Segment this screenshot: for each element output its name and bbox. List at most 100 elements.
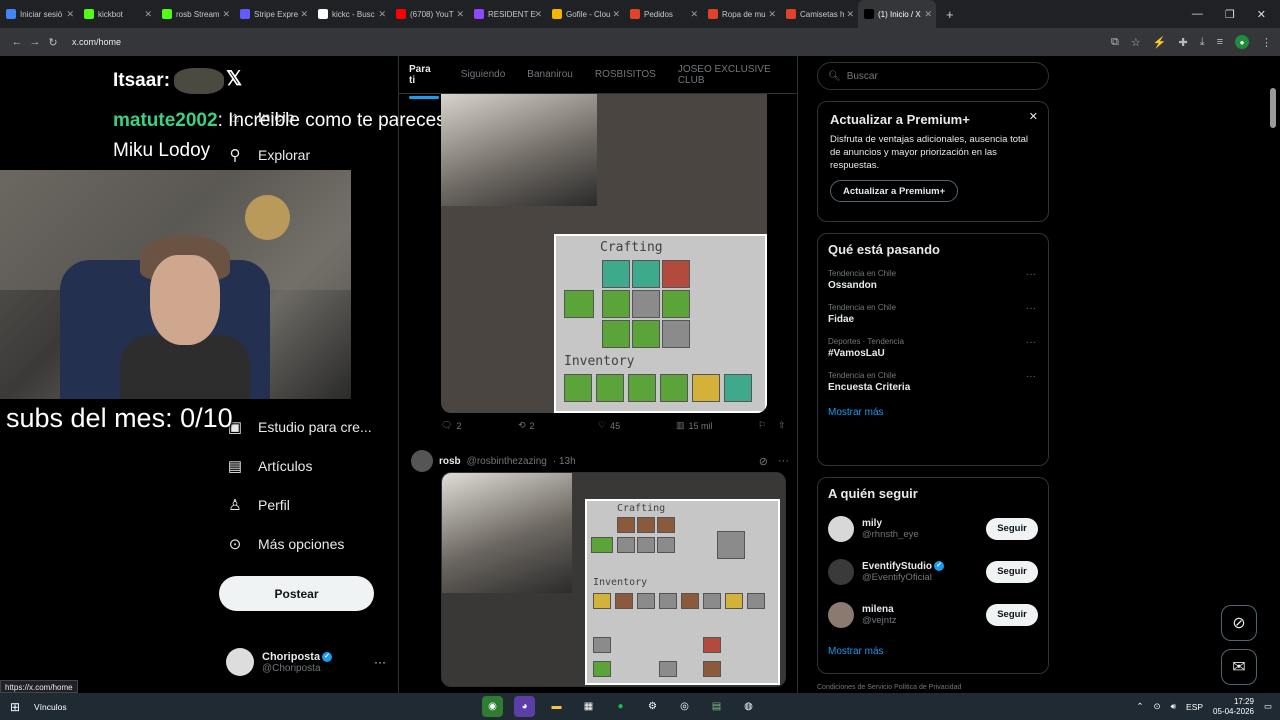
forward-icon[interactable]: → [26, 36, 44, 48]
close-tab-icon[interactable]: ✕ [144, 9, 152, 20]
follow-show-more[interactable]: Mostrar más [828, 646, 1038, 657]
follow-suggestion[interactable]: EventifyStudio ✓ @EventifyOficial Seguir [828, 550, 1038, 593]
share-button[interactable]: ⇧ [778, 420, 786, 431]
close-tab-icon[interactable]: ✕ [690, 9, 698, 20]
search-box[interactable]: 🔍︎ [817, 62, 1049, 90]
more-dots-icon[interactable]: ··· [778, 455, 789, 468]
nav-item[interactable]: ⊙ Más opciones [226, 535, 345, 553]
install-icon[interactable]: ⧉ [1111, 36, 1119, 49]
volume-icon[interactable]: 🔊︎ [1171, 701, 1176, 712]
close-tab-icon[interactable]: ✕ [612, 9, 620, 20]
post-time[interactable]: · 13h [553, 456, 576, 467]
taskbar-language[interactable]: ESP [1186, 702, 1203, 712]
puzzle-icon[interactable]: ✚ [1178, 36, 1187, 49]
close-tab-icon[interactable]: ✕ [456, 9, 464, 20]
timeline-tab[interactable]: Bananirou [527, 69, 573, 80]
follow-button[interactable]: Seguir [986, 603, 1038, 626]
timeline-tab[interactable]: JOSEO EXCLUSIVE CLUB [678, 64, 797, 86]
back-icon[interactable]: ← [8, 36, 26, 48]
url-field[interactable]: x.com/home [72, 37, 121, 47]
nav-item[interactable]: ▤ Artículos [226, 457, 313, 475]
like-button[interactable]: ♡ 45 [598, 420, 676, 431]
post-media-image[interactable]: Crafting Inventory [441, 94, 767, 413]
close-tab-icon[interactable]: ✕ [222, 9, 230, 20]
follow-button[interactable]: Seguir [986, 517, 1038, 540]
extension-icon[interactable]: ⚡ [1153, 36, 1167, 49]
browser-tab[interactable]: (6708) YouT ✕ [390, 0, 468, 28]
more-dots-icon[interactable]: ··· [374, 655, 386, 669]
nav-item[interactable]: ♙ Perfil [226, 496, 290, 514]
recorder-icon[interactable]: ◍ [738, 696, 759, 717]
nav-item[interactable]: ▣ Estudio para cre... [226, 418, 372, 436]
x-logo-icon[interactable]: 𝕏 [226, 66, 242, 91]
notifications-icon[interactable]: ▭ [1264, 701, 1272, 712]
page-scrollbar[interactable] [1270, 60, 1276, 690]
download-icon[interactable]: ⤓ [1200, 36, 1205, 49]
more-dots-icon[interactable]: ··· [1026, 337, 1036, 348]
maximize-icon[interactable]: ❐ [1225, 8, 1235, 21]
app-icon[interactable]: ▤ [706, 696, 727, 717]
more-dots-icon[interactable]: ··· [1026, 269, 1036, 280]
trends-show-more[interactable]: Mostrar más [828, 407, 1038, 418]
close-tab-icon[interactable]: ✕ [924, 9, 932, 20]
media-icon[interactable]: ≡ [1217, 36, 1223, 48]
avatar[interactable] [828, 515, 854, 542]
reload-icon[interactable]: ↻ [44, 36, 62, 49]
timeline-tab[interactable]: Siguiendo [461, 69, 505, 80]
discord-icon[interactable]: ◕ [514, 696, 535, 717]
store-icon[interactable]: ▦ [578, 696, 599, 717]
bookmark-button[interactable]: ⚐ [758, 420, 778, 431]
messages-icon[interactable]: ✉ [1221, 649, 1257, 685]
follow-suggestion[interactable]: milena @vejntz Seguir [828, 593, 1038, 636]
grok-icon[interactable]: ⊘ [1221, 605, 1257, 641]
browser-tab[interactable]: kickc - Busc ✕ [312, 0, 390, 28]
post-button[interactable]: Postear [219, 576, 374, 611]
post-author-name[interactable]: rosb [439, 456, 461, 467]
browser-tab[interactable]: Iniciar sesió ✕ [0, 0, 78, 28]
tray-expand-icon[interactable]: ⌃ [1136, 701, 1143, 712]
nav-item[interactable]: ⚲ Explorar [226, 146, 311, 164]
browser-tab[interactable]: (1) Inicio / X ✕ [858, 0, 936, 28]
browser-tab[interactable]: RESIDENT E ✕ [468, 0, 546, 28]
bookmark-star-icon[interactable]: ☆ [1131, 36, 1141, 49]
timeline-tab[interactable]: ROSBISITOS [595, 69, 656, 80]
reply-button[interactable]: 🗨 2 [441, 420, 518, 431]
more-dots-icon[interactable]: ··· [1026, 303, 1036, 314]
more-dots-icon[interactable]: ··· [1026, 371, 1036, 382]
browser-tab[interactable]: Camisetas h ✕ [780, 0, 858, 28]
account-switcher[interactable]: Choriposta ✓ @Choriposta ··· [226, 648, 386, 676]
follow-button[interactable]: Seguir [986, 560, 1038, 583]
folder-icon[interactable]: ▬ [546, 696, 567, 717]
follow-suggestion[interactable]: mily @rhnsth_eye Seguir [828, 507, 1038, 550]
browser-tab[interactable]: Stripe Expre ✕ [234, 0, 312, 28]
avatar[interactable] [411, 450, 433, 472]
new-tab-icon[interactable]: + [946, 7, 954, 22]
close-tab-icon[interactable]: ✕ [768, 9, 776, 20]
browser-tab[interactable]: Pedidos ✕ [624, 0, 702, 28]
chrome-icon[interactable]: ◉ [482, 696, 503, 717]
steam-icon[interactable]: ⚙ [642, 696, 663, 717]
premium-button[interactable]: Actualizar a Premium+ [830, 180, 959, 202]
close-icon[interactable]: ✕ [1029, 110, 1038, 123]
close-tab-icon[interactable]: ✕ [846, 9, 854, 20]
post-media-image[interactable]: Crafting Inventory [441, 472, 786, 687]
avatar[interactable] [828, 601, 854, 628]
spotify-icon[interactable]: ● [610, 696, 631, 717]
trend-item[interactable]: Tendencia en Chile Fidae ··· [828, 303, 1038, 325]
obs-icon[interactable]: ◎ [674, 696, 695, 717]
browser-menu-icon[interactable]: ⋮ [1261, 36, 1272, 49]
footer-links[interactable]: Condiciones de Servicio Política de Priv… [817, 684, 961, 691]
trend-item[interactable]: Tendencia en Chile Ossandon ··· [828, 269, 1038, 291]
browser-tab[interactable]: rosb Stream ✕ [156, 0, 234, 28]
grok-icon[interactable]: ⊘ [759, 455, 768, 468]
views-button[interactable]: ▥ 15 mil [676, 420, 758, 431]
close-tab-icon[interactable]: ✕ [66, 9, 74, 20]
minimize-icon[interactable]: — [1192, 8, 1203, 21]
timeline-tab[interactable]: Para ti [409, 64, 439, 99]
browser-tab[interactable]: Gofile - Clou ✕ [546, 0, 624, 28]
repost-button[interactable]: ⟲ 2 [518, 420, 598, 431]
close-window-icon[interactable]: ✕ [1257, 8, 1266, 21]
close-tab-icon[interactable]: ✕ [534, 9, 542, 20]
search-input[interactable] [846, 70, 1027, 82]
trend-item[interactable]: Tendencia en Chile Encuesta Criteria ··· [828, 371, 1038, 393]
